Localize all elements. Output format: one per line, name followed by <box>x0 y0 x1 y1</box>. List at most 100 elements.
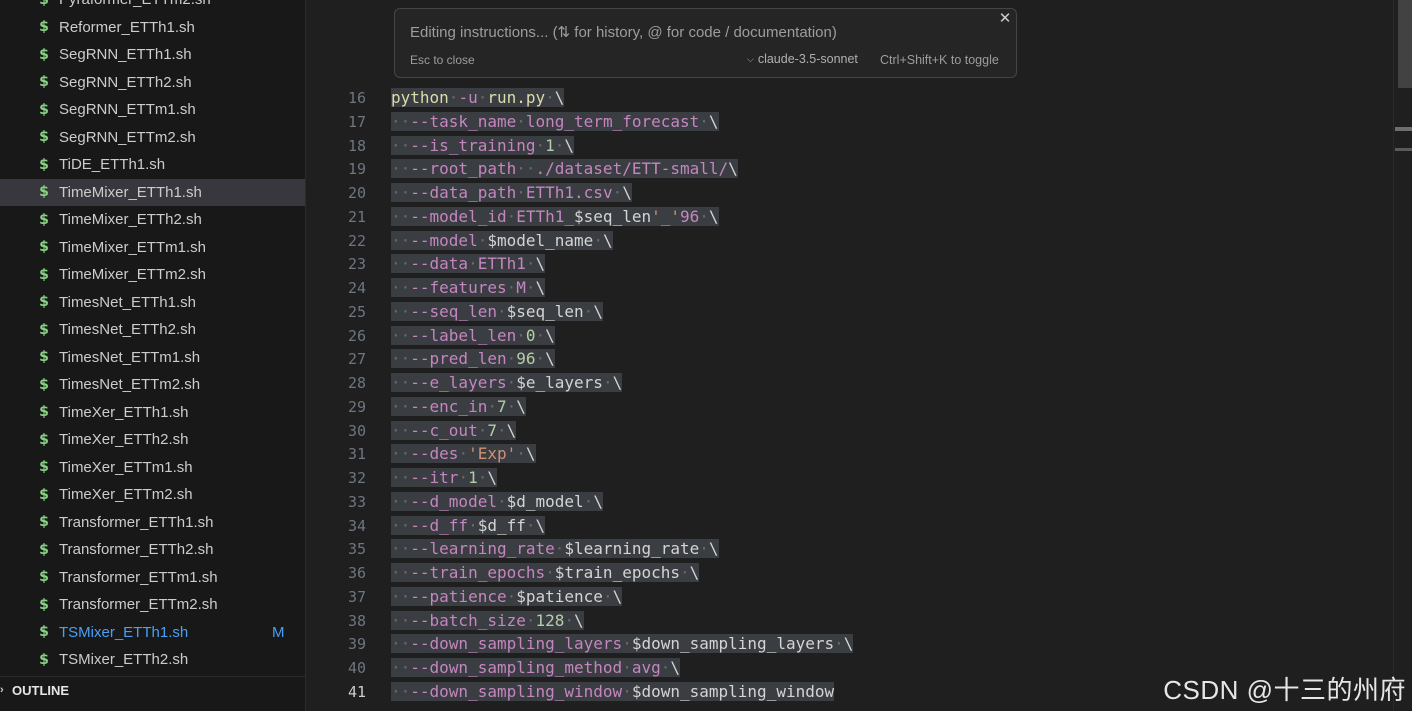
code-token: \ <box>535 278 546 297</box>
code-token: · <box>477 230 488 250</box>
file-name: TSMixer_ETTh1.sh <box>59 623 189 641</box>
code-token: --down_sampling_window <box>410 681 623 701</box>
code-line[interactable]: ··--d_model·$d_model·\ <box>391 490 603 514</box>
model-selector[interactable]: ⌵ claude-3.5-sonnet <box>747 52 858 66</box>
file-item[interactable]: $ TimesNet_ETTh2.sh <box>0 316 305 344</box>
code-token: \ <box>535 515 546 535</box>
file-item[interactable]: $ Transformer_ETTm2.sh <box>0 591 305 619</box>
code-token: · <box>516 444 526 464</box>
model-name: claude-3.5-sonnet <box>757 52 858 66</box>
code-line[interactable]: ··--data_path·ETTh1.csv·\ <box>391 181 632 205</box>
code-token: \ <box>843 634 854 654</box>
code-token: · <box>583 491 594 511</box>
code-token: $seq_len <box>574 206 652 226</box>
code-line[interactable]: ··--d_ff·$d_ff·\ <box>391 514 546 538</box>
code-line[interactable]: ··--seq_len·$seq_len·\ <box>391 300 603 324</box>
shell-file-icon: $ <box>39 46 49 63</box>
code-token: · <box>525 278 536 297</box>
file-item[interactable]: $ TimeMixer_ETTh2.sh <box>0 206 305 234</box>
code-line[interactable]: ··--c_out·7·\ <box>391 419 517 443</box>
code-line[interactable]: ··--itr·1·\ <box>391 466 497 490</box>
file-item[interactable]: $ SegRNN_ETTm2.sh <box>0 124 305 152</box>
file-item[interactable]: $ TimeMixer_ETTh1.sh <box>0 178 305 206</box>
code-line[interactable]: ··--down_sampling_method·avg·\ <box>391 656 681 680</box>
code-line[interactable]: python·-u·run.py·\ <box>391 86 565 110</box>
selection-highlight: ··--patience·$patience·\ <box>391 586 623 606</box>
file-item[interactable]: $ TimeXer_ETTh2.sh <box>0 426 305 454</box>
line-number: 33 <box>347 492 366 511</box>
code-token: --model_id <box>410 206 507 226</box>
file-item[interactable]: $ TimeXer_ETTh1.sh <box>0 399 305 427</box>
code-token: · <box>602 373 613 392</box>
code-line[interactable]: ··--enc_in·7·\ <box>391 395 526 419</box>
code-line[interactable]: ··--batch_size·128·\ <box>391 609 584 633</box>
code-line[interactable]: ··--model_id·ETTh1_$seq_len'_'96·\ <box>391 205 719 229</box>
code-token: --model <box>410 230 478 250</box>
line-number-gutter: 16 17 18 19 20 21 22 23 24 25 26 27 28 29 30 31 32 33 34 35… <box>306 0 366 711</box>
file-item[interactable]: $ Transformer_ETTh2.sh <box>0 536 305 564</box>
code-token: 7 <box>496 396 507 416</box>
file-item[interactable]: $ TSMixer_ETTh2.sh <box>0 646 305 674</box>
file-item[interactable]: $ Transformer_ETTm1.sh <box>0 564 305 592</box>
line-number: 32 <box>347 469 366 487</box>
code-token: · <box>535 349 546 369</box>
file-item[interactable]: $ TSMixer_ETTh1.sh M <box>0 619 305 647</box>
selection-highlight: ··--label_len·0·\ <box>391 325 555 345</box>
file-item[interactable]: $ TimeMixer_ETTm1.sh <box>0 234 305 262</box>
line-number: 18 <box>347 136 366 155</box>
code-token: --is_training <box>410 135 536 155</box>
close-icon[interactable]: ✕ <box>997 10 1013 26</box>
code-token: · <box>506 586 517 606</box>
code-token: ·· <box>391 681 411 701</box>
selection-highlight: ··--e_layers·$e_layers·\ <box>391 373 623 392</box>
code-token: · <box>496 420 507 440</box>
code-line[interactable]: ··--pred_len·96·\ <box>391 347 555 371</box>
selection-highlight: ··--d_model·$d_model·\ <box>391 491 603 511</box>
editor-scrollbar[interactable] <box>1393 0 1412 711</box>
file-item[interactable]: $ TimeXer_ETTm1.sh <box>0 454 305 482</box>
file-item[interactable]: $ TimesNet_ETTh1.sh <box>0 289 305 317</box>
code-line[interactable]: ··--model·$model_name·\ <box>391 229 613 253</box>
file-item[interactable]: $ Transformer_ETTh1.sh <box>0 509 305 537</box>
outline-section-header[interactable]: › OUTLINE <box>0 676 305 703</box>
code-token: ·· <box>391 539 411 559</box>
code-line[interactable]: ··--learning_rate·$learning_rate·\ <box>391 537 719 561</box>
file-item[interactable]: $ SegRNN_ETTh1.sh <box>0 41 305 69</box>
code-line[interactable]: ··--train_epochs·$train_epochs·\ <box>391 561 700 585</box>
code-token: $train_epochs <box>554 563 680 582</box>
code-line[interactable]: ··--e_layers·$e_layers·\ <box>391 371 623 395</box>
file-item[interactable]: $ SegRNN_ETTh2.sh <box>0 69 305 97</box>
file-item[interactable]: $ SegRNN_ETTm1.sh <box>0 96 305 124</box>
code-editor[interactable]: 16 17 18 19 20 21 22 23 24 25 26 27 28 29 30 31 32 33 34 35… <box>306 0 1412 711</box>
code-line[interactable]: ··--task_name·long_term_forecast·\ <box>391 110 719 134</box>
file-item[interactable]: $ TimeXer_ETTm2.sh <box>0 481 305 509</box>
code-line[interactable]: ··--patience·$patience·\ <box>391 585 623 609</box>
shell-file-icon: $ <box>39 541 49 558</box>
file-item[interactable]: $ TimesNet_ETTm2.sh <box>0 371 305 399</box>
line-number: 22 <box>347 231 366 250</box>
code-line[interactable]: ··--des·'Exp'·\ <box>391 442 536 466</box>
file-item[interactable]: $ TimesNet_ETTm1.sh <box>0 344 305 372</box>
file-item[interactable]: $ TimeMixer_ETTm2.sh <box>0 261 305 289</box>
code-line[interactable]: ··--root_path··./dataset/ETT-small/\ <box>391 157 738 181</box>
file-name: TimeMixer_ETTh1.sh <box>59 183 202 201</box>
file-item[interactable]: $ Reformer_ETTh1.sh <box>0 14 305 42</box>
code-line[interactable]: ··--label_len·0·\ <box>391 324 555 348</box>
code-line[interactable]: ··--down_sampling_layers·$down_sampling_… <box>391 632 854 656</box>
code-line[interactable]: ··--is_training·1·\ <box>391 134 575 158</box>
file-item[interactable]: $ Pyraformer_ETTm2.sh <box>0 0 305 14</box>
code-token: \ <box>545 349 555 369</box>
code-token: ·· <box>391 111 411 131</box>
code-token: · <box>448 88 459 107</box>
edit-instructions-input[interactable] <box>410 22 970 42</box>
code-line[interactable]: ··--data·ETTh1·\ <box>391 252 546 276</box>
code-line[interactable]: ··--down_sampling_window·$down_sampling_… <box>391 680 835 704</box>
shell-file-icon: $ <box>39 184 49 201</box>
file-item[interactable]: $ TiDE_ETTh1.sh <box>0 151 305 179</box>
file-list: $ Pyraformer_ETTm2.sh $ Reformer_ETTh1.sh $ S… <box>0 0 305 674</box>
file-name: TimeXer_ETTm1.sh <box>59 458 193 476</box>
code-token: --features <box>410 278 507 297</box>
code-line[interactable]: ··--features·M·\ <box>391 276 546 300</box>
scrollbar-thumb[interactable] <box>1398 0 1412 88</box>
code-token: long_term_forecast <box>525 111 700 131</box>
